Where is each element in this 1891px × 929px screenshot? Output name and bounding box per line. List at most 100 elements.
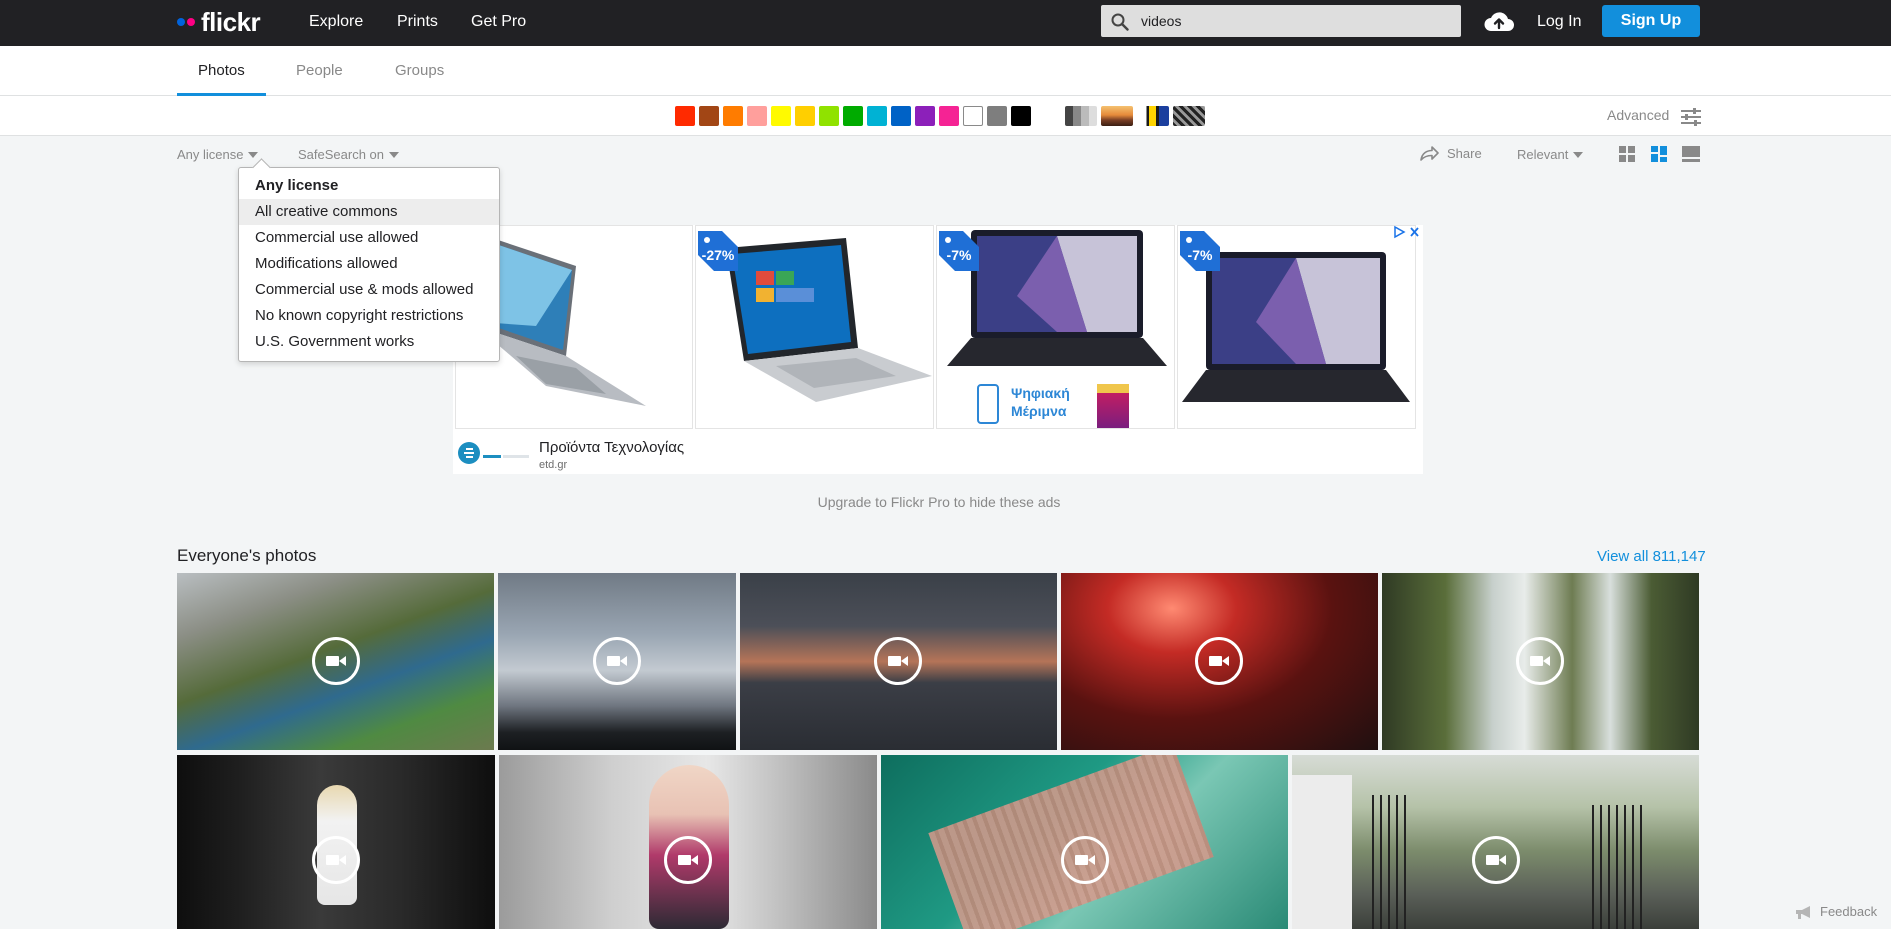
video-play-icon [312, 637, 360, 685]
color-swatch[interactable] [843, 106, 863, 126]
advertisement[interactable]: -27% Ψηφιακή Μέριμνα -7% -7% Προϊόντα Τε… [453, 225, 1423, 474]
style-black-and-white[interactable] [1065, 106, 1097, 126]
sort-dropdown[interactable]: Relevant [1517, 147, 1584, 162]
login-link[interactable]: Log In [1537, 13, 1581, 31]
license-option-commercial-and-mods[interactable]: Commercial use & mods allowed [239, 277, 499, 303]
video-play-icon [1195, 637, 1243, 685]
color-swatch[interactable] [723, 106, 743, 126]
promo-pack-image [1097, 384, 1129, 428]
nav-link-prints[interactable]: Prints [397, 13, 438, 31]
adchoices-icon[interactable] [1393, 225, 1421, 239]
video-play-icon [312, 836, 360, 884]
logo-text: flickr [201, 7, 261, 37]
color-swatches [675, 106, 1031, 126]
video-play-icon [593, 637, 641, 685]
photo-thumbnail[interactable] [499, 755, 877, 929]
logo-pink-dot [187, 18, 195, 26]
detail-view-icon[interactable] [1682, 146, 1700, 162]
upgrade-to-pro-link[interactable]: Upgrade to Flickr Pro to hide these ads [0, 494, 1878, 510]
photo-thumbnail[interactable] [1382, 573, 1699, 750]
photo-thumbnail[interactable] [881, 755, 1288, 929]
share-button[interactable]: Share [1419, 145, 1482, 161]
color-swatch[interactable] [675, 106, 695, 126]
search-input[interactable] [1141, 5, 1451, 37]
megaphone-icon [1796, 905, 1810, 919]
nav-link-explore[interactable]: Explore [309, 13, 363, 31]
color-swatch[interactable] [771, 106, 791, 126]
photo-thumbnail[interactable] [177, 573, 494, 750]
ad-title: Προϊόντα Τεχνολογίας [539, 439, 685, 456]
discount-badge-text: -7% [946, 247, 972, 263]
nav-link-get-pro[interactable]: Get Pro [471, 13, 526, 31]
color-swatch[interactable] [867, 106, 887, 126]
photo-gate [1372, 795, 1412, 929]
license-option-all-creative-commons[interactable]: All creative commons [239, 199, 499, 225]
tab-photos[interactable]: Photos [198, 62, 245, 79]
video-play-icon [874, 637, 922, 685]
sort-label: Relevant [1517, 147, 1569, 162]
color-swatch[interactable] [915, 106, 935, 126]
photo-column [1292, 775, 1352, 929]
search-tabs-bar: Photos People Groups [0, 46, 1891, 96]
photo-thumbnail[interactable] [498, 573, 736, 750]
logo-blue-dot [177, 18, 185, 26]
license-option-commercial-use[interactable]: Commercial use allowed [239, 225, 499, 251]
color-swatch[interactable] [819, 106, 839, 126]
license-option-any[interactable]: Any license [239, 173, 499, 199]
advanced-link[interactable]: Advanced [1607, 107, 1669, 123]
cloud-upload-icon[interactable] [1483, 9, 1515, 33]
video-play-icon [1516, 637, 1564, 685]
color-swatch[interactable] [987, 106, 1007, 126]
license-dropdown-menu: Any license All creative commons Commerc… [238, 167, 500, 362]
ad-footer[interactable]: Προϊόντα Τεχνολογίας etd.gr [453, 431, 1423, 474]
advertiser-logo [458, 442, 529, 464]
badge-dot [945, 237, 951, 243]
color-filter-bar: Advanced [0, 96, 1891, 136]
color-swatch[interactable] [963, 106, 983, 126]
color-swatch[interactable] [1011, 106, 1031, 126]
color-swatch[interactable] [699, 106, 719, 126]
video-play-icon [1061, 836, 1109, 884]
safesearch-filter[interactable]: SafeSearch on [298, 147, 400, 162]
license-option-us-government[interactable]: U.S. Government works [239, 329, 499, 355]
advanced-sliders-icon[interactable] [1680, 108, 1702, 126]
style-shallow-depth-of-field[interactable] [1101, 106, 1133, 126]
license-option-no-known-copyright[interactable]: No known copyright restrictions [239, 303, 499, 329]
tab-people[interactable]: People [296, 62, 343, 79]
color-swatch[interactable] [891, 106, 911, 126]
license-filter[interactable]: Any license [177, 147, 259, 162]
square-grid-view-icon[interactable] [1619, 146, 1635, 162]
feedback-button[interactable]: Feedback [1794, 904, 1877, 919]
photo-thumbnail[interactable] [177, 755, 495, 929]
color-swatch[interactable] [795, 106, 815, 126]
ad-product-laptop-3[interactable]: Ψηφιακή Μέριμνα -7% [936, 225, 1175, 429]
chevron-down-icon [248, 151, 259, 158]
style-minimalism[interactable] [1137, 106, 1169, 126]
ad-product-laptop-4[interactable]: -7% [1177, 225, 1416, 429]
signup-button[interactable]: Sign Up [1602, 5, 1700, 37]
video-play-icon [664, 836, 712, 884]
view-all-link[interactable]: View all 811,147 [1597, 548, 1706, 565]
phone-icon [977, 384, 999, 424]
feedback-label: Feedback [1820, 904, 1878, 919]
color-swatch[interactable] [939, 106, 959, 126]
photo-thumbnail[interactable] [1292, 755, 1699, 929]
top-navigation-bar: flickr Explore Prints Get Pro Log In Sig… [0, 0, 1891, 46]
ad-product-laptop-2[interactable]: -27% [695, 225, 934, 429]
ad-domain: etd.gr [539, 459, 568, 471]
color-swatch[interactable] [747, 106, 767, 126]
justified-view-icon[interactable] [1651, 146, 1667, 162]
photo-thumbnail[interactable] [1061, 573, 1378, 750]
badge-dot [704, 237, 710, 243]
style-filters [1065, 106, 1205, 126]
tab-groups[interactable]: Groups [395, 62, 444, 79]
discount-badge-text: -27% [701, 247, 735, 263]
flickr-logo[interactable]: flickr [177, 7, 261, 37]
ad-promo-text: Ψηφιακή Μέριμνα [1011, 385, 1070, 419]
search-box[interactable] [1101, 5, 1461, 37]
style-patterns[interactable] [1173, 106, 1205, 126]
photo-gate [1592, 805, 1642, 929]
license-option-modifications[interactable]: Modifications allowed [239, 251, 499, 277]
photo-thumbnail[interactable] [740, 573, 1057, 750]
safesearch-filter-label: SafeSearch on [298, 147, 385, 162]
